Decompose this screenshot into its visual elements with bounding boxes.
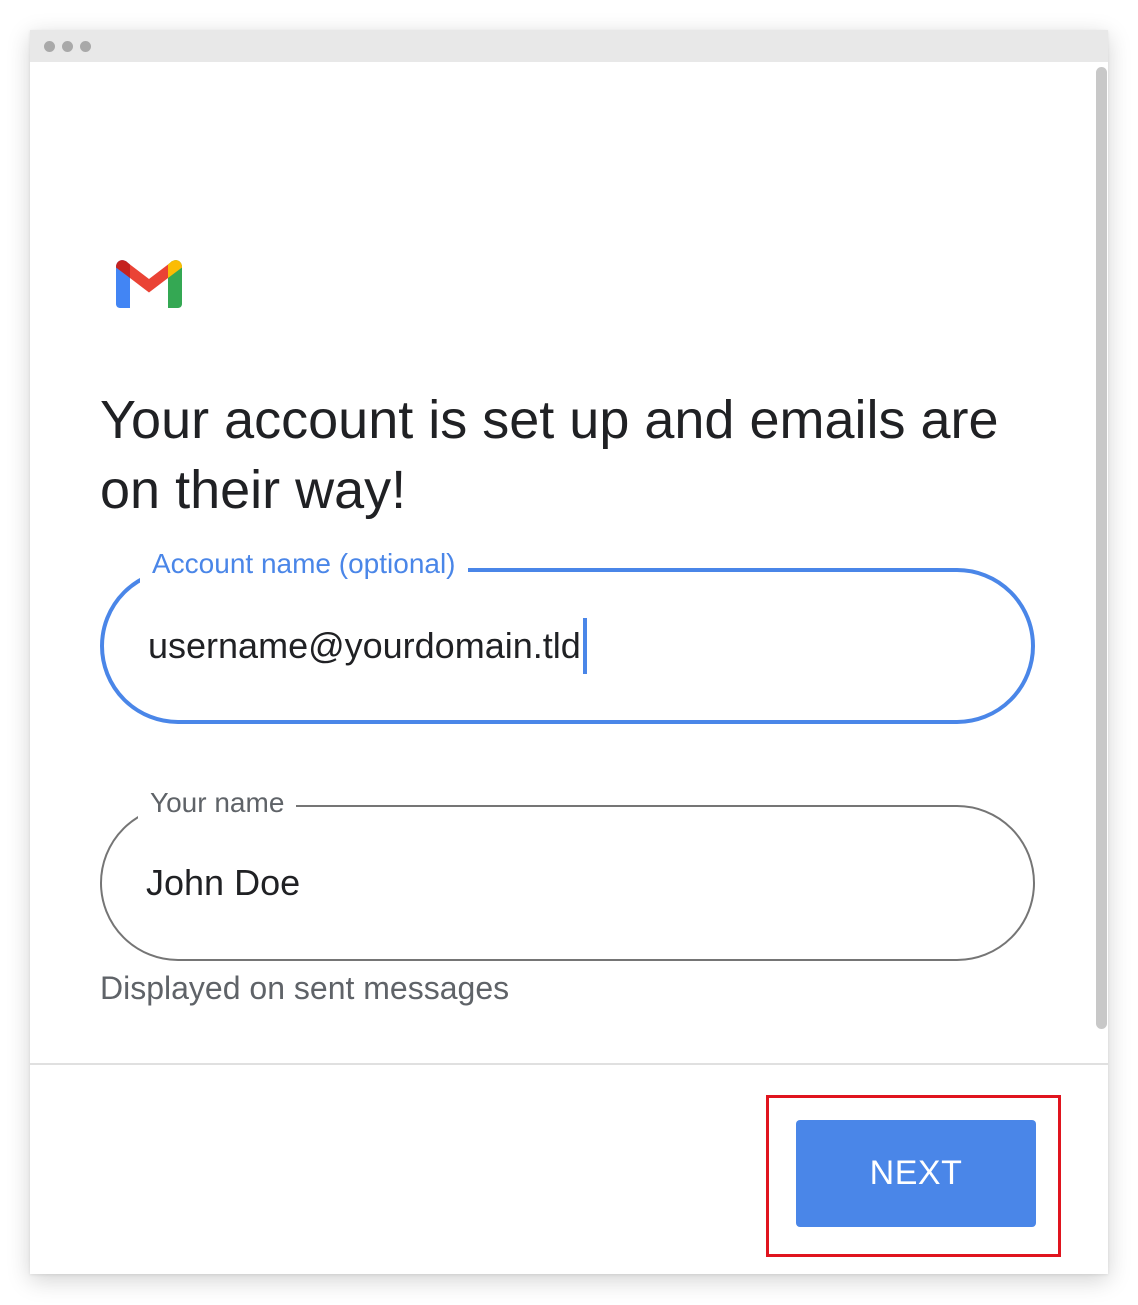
next-button[interactable]: NEXT xyxy=(796,1120,1036,1227)
window-control-dot-3[interactable] xyxy=(80,41,91,52)
your-name-input[interactable]: John Doe xyxy=(146,859,300,907)
text-caret xyxy=(582,618,587,674)
your-name-label: Your name xyxy=(138,783,297,823)
vertical-scrollbar[interactable] xyxy=(1096,67,1107,1029)
gmail-logo-icon xyxy=(114,258,184,310)
window-control-dot-1[interactable] xyxy=(44,41,55,52)
account-name-label: Account name (optional) xyxy=(140,544,468,584)
account-name-field[interactable]: Account name (optional) username@yourdom… xyxy=(100,544,1035,724)
footer-divider xyxy=(30,1063,1108,1065)
account-name-input[interactable]: username@yourdomain.tld xyxy=(148,618,587,674)
your-name-field[interactable]: Your name John Doe xyxy=(100,783,1035,961)
app-window: Your account is set up and emails are on… xyxy=(30,30,1108,1274)
page-title: Your account is set up and emails are on… xyxy=(100,390,999,520)
your-name-helper-text: Displayed on sent messages xyxy=(100,970,510,1006)
window-titlebar xyxy=(30,30,1108,62)
window-control-dot-2[interactable] xyxy=(62,41,73,52)
account-name-value: username@yourdomain.tld xyxy=(148,625,581,666)
your-name-value: John Doe xyxy=(146,862,301,903)
